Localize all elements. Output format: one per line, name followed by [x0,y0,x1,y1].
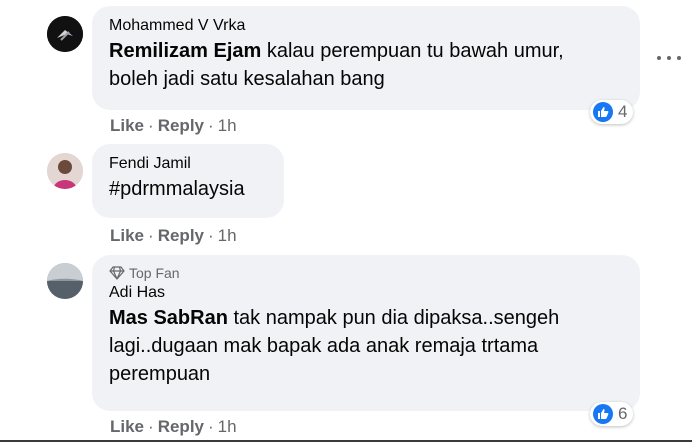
separator: · [148,417,154,436]
top-fan-badge[interactable]: Top Fan [109,265,628,281]
reply-button[interactable]: Reply [158,417,204,437]
badge-label: Top Fan [129,265,180,281]
separator: · [148,116,154,135]
comment-actions: Like · Reply · 1h [110,417,237,437]
comment-text-line-2: boleh jadi satu kesalahan bang [109,68,385,90]
mention-link[interactable]: Remilizam Ejam [109,40,261,62]
separator: · [148,226,154,245]
comment-actions: Like · Reply · 1h [110,226,237,246]
comment-text-line-2: lagi..dugaan mak bapak ada anak remaja t… [109,335,539,357]
avatar[interactable] [47,263,83,299]
more-dot [677,56,681,60]
thumbs-up-icon [593,404,613,424]
comment-text: Remilizam Ejam kalau perempuan tu bawah … [109,37,628,93]
more-dot [657,56,661,60]
avatar[interactable] [47,153,83,189]
mention-link[interactable]: Mas SabRan [109,307,228,329]
diamond-icon [109,266,125,280]
comment-bubble: Fendi Jamil #pdrmmalaysia [92,144,284,218]
bottom-border [0,440,692,442]
thumbs-up-icon [593,102,613,122]
comment-author[interactable]: Adi Has [109,284,628,302]
reaction-count-value: 4 [618,102,628,121]
comment-actions: Like · Reply · 1h [110,116,237,136]
comment-bubble: Top Fan Adi Has Mas SabRan tak nampak pu… [92,255,640,411]
avatar-image [47,16,83,52]
reaction-count[interactable]: 4 [590,100,634,124]
comment-text: Mas SabRan tak nampak pun dia dipaksa..s… [109,304,628,388]
comment-time[interactable]: 1h [218,417,237,437]
comment-time[interactable]: 1h [218,116,237,136]
more-dot [667,56,671,60]
comment-author[interactable]: Fendi Jamil [109,155,272,173]
avatar-image [47,263,83,299]
separator: · [208,116,214,135]
comment-time[interactable]: 1h [218,226,237,246]
comment-author[interactable]: Mohammed V Vrka [109,17,628,35]
like-button[interactable]: Like [110,417,144,437]
like-button[interactable]: Like [110,226,144,246]
comment-text-line-1: kalau perempuan tu bawah umur, [261,40,564,62]
separator: · [208,417,214,436]
comment-text: #pdrmmalaysia [109,178,245,200]
comment-bubble: Mohammed V Vrka Remilizam Ejam kalau per… [92,6,640,110]
avatar-image [47,153,83,189]
reaction-count[interactable]: 6 [590,402,634,426]
comment-text-line-1: tak nampak pun dia dipaksa..sengeh [227,307,560,329]
more-horizontal-icon[interactable] [657,52,681,64]
like-button[interactable]: Like [110,116,144,136]
comment-text-line-3: perempuan [109,363,211,385]
reply-button[interactable]: Reply [158,226,204,246]
avatar[interactable] [47,16,83,52]
reaction-count-value: 6 [618,404,628,423]
reply-button[interactable]: Reply [158,116,204,136]
separator: · [208,226,214,245]
